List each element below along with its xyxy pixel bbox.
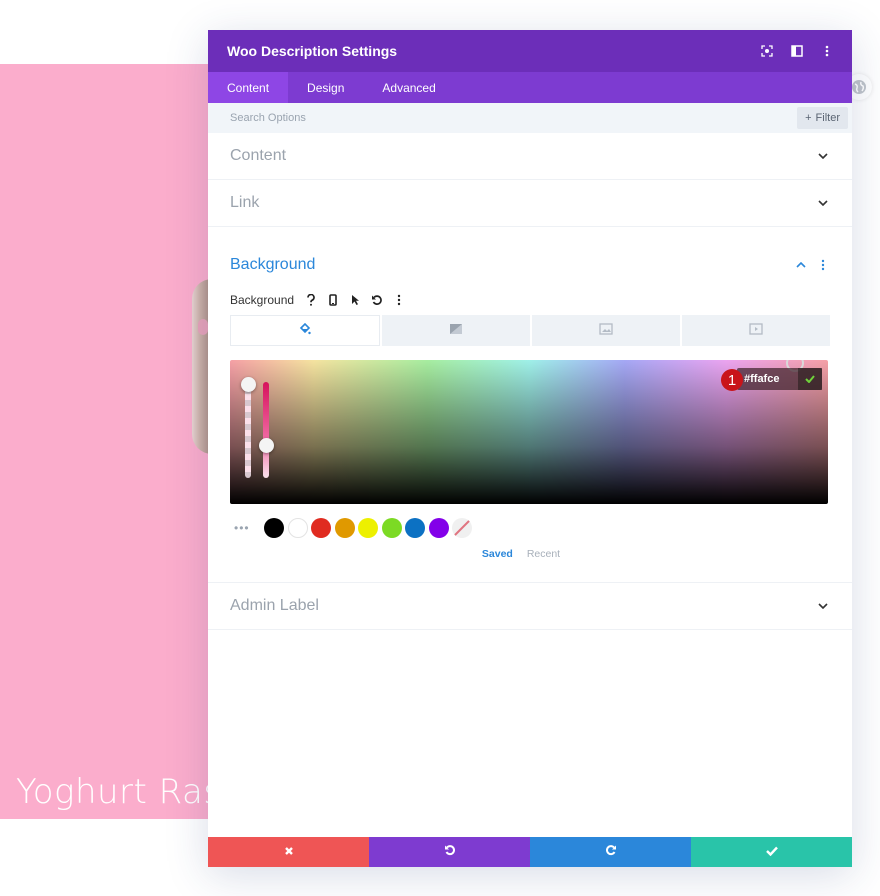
- swatch-purple[interactable]: [428, 518, 449, 538]
- opacity-slider[interactable]: [245, 382, 251, 478]
- swatch-transparent[interactable]: [452, 518, 472, 538]
- save-button[interactable]: [691, 837, 852, 867]
- search-input[interactable]: [230, 112, 730, 124]
- saved-colors-tab[interactable]: Saved: [482, 548, 513, 560]
- gradient-icon: [449, 322, 463, 340]
- hover-cursor-icon[interactable]: [344, 290, 366, 310]
- split-view-icon[interactable]: [782, 36, 812, 66]
- background-type-tabs: [230, 315, 830, 346]
- focus-icon[interactable]: [752, 36, 782, 66]
- section-content: Content: [208, 133, 852, 180]
- chevron-down-icon: [816, 196, 830, 210]
- section-admin-label: Admin Label: [208, 583, 852, 630]
- video-icon: [749, 322, 763, 340]
- redo-icon: [605, 843, 617, 861]
- chevron-down-icon: [816, 599, 830, 613]
- mobile-icon[interactable]: [322, 290, 344, 310]
- swatch-black[interactable]: [264, 518, 284, 538]
- tab-content[interactable]: Content: [208, 72, 289, 103]
- more-icon[interactable]: [388, 290, 410, 310]
- swatch-green[interactable]: [381, 518, 402, 538]
- plus-icon: +: [805, 112, 812, 124]
- chevron-up-icon: [794, 258, 808, 272]
- section-background: Background Background #ffafce 1 ••• Save…: [208, 227, 852, 583]
- modal-footer: [208, 837, 852, 867]
- settings-modal: Woo Description Settings Content Design …: [208, 30, 852, 867]
- background-type-gradient[interactable]: [382, 315, 530, 346]
- section-admin-label-toggle[interactable]: Admin Label: [208, 583, 852, 629]
- hex-input[interactable]: #ffafce: [737, 368, 822, 390]
- modal-header: Woo Description Settings: [208, 30, 852, 72]
- redo-button[interactable]: [530, 837, 691, 867]
- cancel-button[interactable]: [208, 837, 369, 867]
- section-link-title: Link: [230, 194, 260, 211]
- search-bar: + Filter: [208, 103, 852, 133]
- section-background-title: Background: [230, 256, 316, 273]
- color-saturation-field[interactable]: #ffafce 1: [230, 360, 828, 504]
- swatch-yellow[interactable]: [358, 518, 378, 538]
- checkmark-icon: [765, 843, 778, 861]
- builder-stage: Yoghurt Ras sagittis dui. Nunc fringilla…: [0, 0, 880, 896]
- section-content-title: Content: [230, 147, 287, 164]
- hex-value[interactable]: #ffafce: [737, 373, 798, 385]
- recent-colors-tab[interactable]: Recent: [527, 548, 560, 560]
- swatch-orange[interactable]: [334, 518, 355, 538]
- tab-advanced[interactable]: Advanced: [363, 72, 454, 103]
- section-content-toggle[interactable]: Content: [208, 133, 852, 179]
- opacity-slider-handle[interactable]: [241, 377, 256, 392]
- modal-tabs: Content Design Advanced: [208, 72, 852, 103]
- hero-title: Yoghurt Ras: [16, 772, 215, 812]
- section-more-icon[interactable]: [816, 258, 830, 272]
- chevron-down-icon: [816, 149, 830, 163]
- filter-button[interactable]: + Filter: [797, 107, 848, 129]
- filter-label: Filter: [815, 112, 840, 124]
- section-admin-label-title: Admin Label: [230, 597, 319, 614]
- more-options-icon[interactable]: [812, 36, 842, 66]
- background-type-color[interactable]: [230, 315, 380, 346]
- background-type-video[interactable]: [682, 315, 830, 346]
- paint-bucket-icon: [299, 322, 311, 340]
- close-icon: [284, 843, 294, 861]
- reset-icon[interactable]: [366, 290, 388, 310]
- hue-slider-handle[interactable]: [259, 438, 274, 453]
- help-icon[interactable]: [300, 290, 322, 310]
- color-swatches: •••: [230, 517, 830, 539]
- undo-icon: [444, 843, 456, 861]
- confirm-color-button[interactable]: [798, 368, 822, 390]
- swatch-red[interactable]: [311, 518, 331, 538]
- section-background-toggle[interactable]: Background: [208, 227, 852, 289]
- more-swatches-icon[interactable]: •••: [234, 521, 264, 535]
- image-icon: [599, 322, 613, 340]
- section-link-toggle[interactable]: Link: [208, 180, 852, 226]
- background-field-label: Background: [230, 293, 295, 307]
- tab-design[interactable]: Design: [288, 72, 363, 103]
- background-type-image[interactable]: [532, 315, 680, 346]
- swatch-blue[interactable]: [405, 518, 425, 538]
- undo-button[interactable]: [369, 837, 530, 867]
- step-badge: 1: [721, 369, 743, 391]
- hue-slider[interactable]: [263, 382, 269, 478]
- swatch-white[interactable]: [287, 518, 308, 538]
- section-link: Link: [208, 180, 852, 227]
- page-preview: Yoghurt Ras sagittis dui. Nunc fringilla…: [0, 64, 215, 819]
- modal-title: Woo Description Settings: [227, 43, 398, 59]
